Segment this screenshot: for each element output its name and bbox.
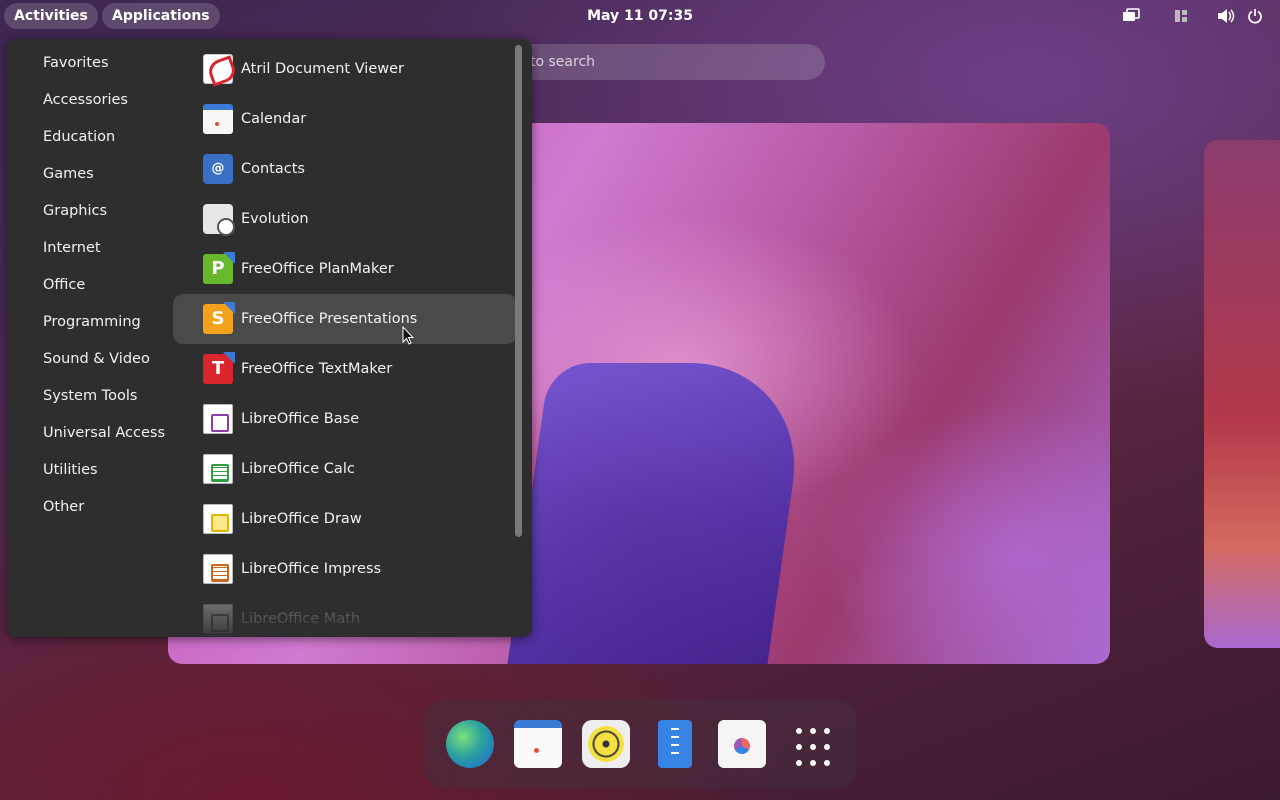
- ribbon-icon: [223, 302, 235, 314]
- planmaker-icon: P: [203, 252, 235, 284]
- textmaker-glyph: T: [211, 358, 225, 379]
- libreoffice-impress-icon: [203, 554, 233, 584]
- app-item-calendar[interactable]: Calendar: [173, 94, 517, 144]
- category-favorites[interactable]: Favorites: [7, 45, 177, 82]
- ribbon-icon: [223, 252, 235, 264]
- ribbon-icon: [223, 352, 235, 364]
- category-sound-video[interactable]: Sound & Video: [7, 341, 177, 378]
- app-label: LibreOffice Base: [241, 411, 360, 427]
- power-icon[interactable]: [1245, 6, 1265, 26]
- app-list: Atril Document Viewer Calendar @ Contact…: [173, 44, 517, 637]
- category-internet[interactable]: Internet: [7, 230, 177, 267]
- category-system-tools[interactable]: System Tools: [7, 378, 177, 415]
- software-store-icon[interactable]: [718, 720, 766, 768]
- app-label: FreeOffice TextMaker: [241, 361, 393, 377]
- mouse-pointer-icon: [402, 326, 414, 345]
- category-utilities[interactable]: Utilities: [7, 452, 177, 489]
- evolution-icon: [203, 204, 235, 236]
- app-item-libreoffice-calc[interactable]: LibreOffice Calc: [173, 444, 517, 494]
- app-label: LibreOffice Calc: [241, 461, 355, 477]
- app-label: LibreOffice Math: [241, 611, 361, 627]
- presentations-glyph: S: [211, 308, 225, 329]
- app-item-libreoffice-math[interactable]: LibreOffice Math: [173, 594, 517, 637]
- contacts-icon: @: [203, 154, 233, 184]
- libreoffice-draw-icon: [203, 504, 233, 534]
- search-input[interactable]: to search: [500, 44, 825, 80]
- screen-share-icon[interactable]: [1121, 6, 1141, 26]
- calendar-icon: [203, 104, 233, 134]
- category-office[interactable]: Office: [7, 267, 177, 304]
- libreoffice-base-icon: [203, 404, 233, 434]
- app-item-presentations[interactable]: S FreeOffice Presentations: [173, 294, 517, 344]
- files-icon[interactable]: [658, 720, 692, 768]
- rhythmbox-icon[interactable]: [582, 720, 630, 768]
- app-item-atril[interactable]: Atril Document Viewer: [173, 44, 517, 94]
- app-label: FreeOffice PlanMaker: [241, 261, 394, 277]
- app-label: Calendar: [241, 111, 307, 127]
- app-label: Evolution: [241, 211, 309, 227]
- top-bar: Activities Applications May 11 07:35: [0, 0, 1280, 32]
- category-accessories[interactable]: Accessories: [7, 82, 177, 119]
- workspace-preview-next[interactable]: [1204, 140, 1280, 648]
- wallpaper-shape: [506, 363, 810, 664]
- libreoffice-math-icon: [203, 604, 233, 634]
- activities-button[interactable]: Activities: [4, 3, 98, 29]
- search-placeholder: to search: [530, 54, 596, 70]
- category-list: Favorites Accessories Education Games Gr…: [7, 45, 177, 526]
- category-programming[interactable]: Programming: [7, 304, 177, 341]
- applications-menu: Favorites Accessories Education Games Gr…: [7, 39, 532, 637]
- category-graphics[interactable]: Graphics: [7, 193, 177, 230]
- category-games[interactable]: Games: [7, 156, 177, 193]
- dock: [424, 700, 856, 788]
- app-item-evolution[interactable]: Evolution: [173, 194, 517, 244]
- app-item-planmaker[interactable]: P FreeOffice PlanMaker: [173, 244, 517, 294]
- app-label: Atril Document Viewer: [241, 61, 404, 77]
- presentations-icon: S: [203, 302, 235, 334]
- app-label: LibreOffice Draw: [241, 511, 362, 527]
- category-universal-access[interactable]: Universal Access: [7, 415, 177, 452]
- app-label: Contacts: [241, 161, 305, 177]
- libreoffice-calc-icon: [203, 454, 233, 484]
- app-label: FreeOffice Presentations: [241, 311, 418, 327]
- app-item-libreoffice-draw[interactable]: LibreOffice Draw: [173, 494, 517, 544]
- app-item-libreoffice-impress[interactable]: LibreOffice Impress: [173, 544, 517, 594]
- window-layout-icon[interactable]: [1171, 6, 1191, 26]
- textmaker-icon: T: [203, 352, 235, 384]
- app-item-contacts[interactable]: @ Contacts: [173, 144, 517, 194]
- volume-icon[interactable]: [1216, 6, 1236, 26]
- atril-icon: [203, 54, 233, 84]
- app-list-scrollbar[interactable]: [515, 45, 522, 537]
- planmaker-glyph: P: [211, 258, 225, 279]
- app-label: LibreOffice Impress: [241, 561, 382, 577]
- app-item-libreoffice-base[interactable]: LibreOffice Base: [173, 394, 517, 444]
- category-other[interactable]: Other: [7, 489, 177, 526]
- calendar-icon[interactable]: [514, 720, 562, 768]
- browser-icon[interactable]: [446, 720, 494, 768]
- show-apps-icon[interactable]: [786, 720, 834, 768]
- category-education[interactable]: Education: [7, 119, 177, 156]
- applications-button[interactable]: Applications: [102, 3, 220, 29]
- app-item-textmaker[interactable]: T FreeOffice TextMaker: [173, 344, 517, 394]
